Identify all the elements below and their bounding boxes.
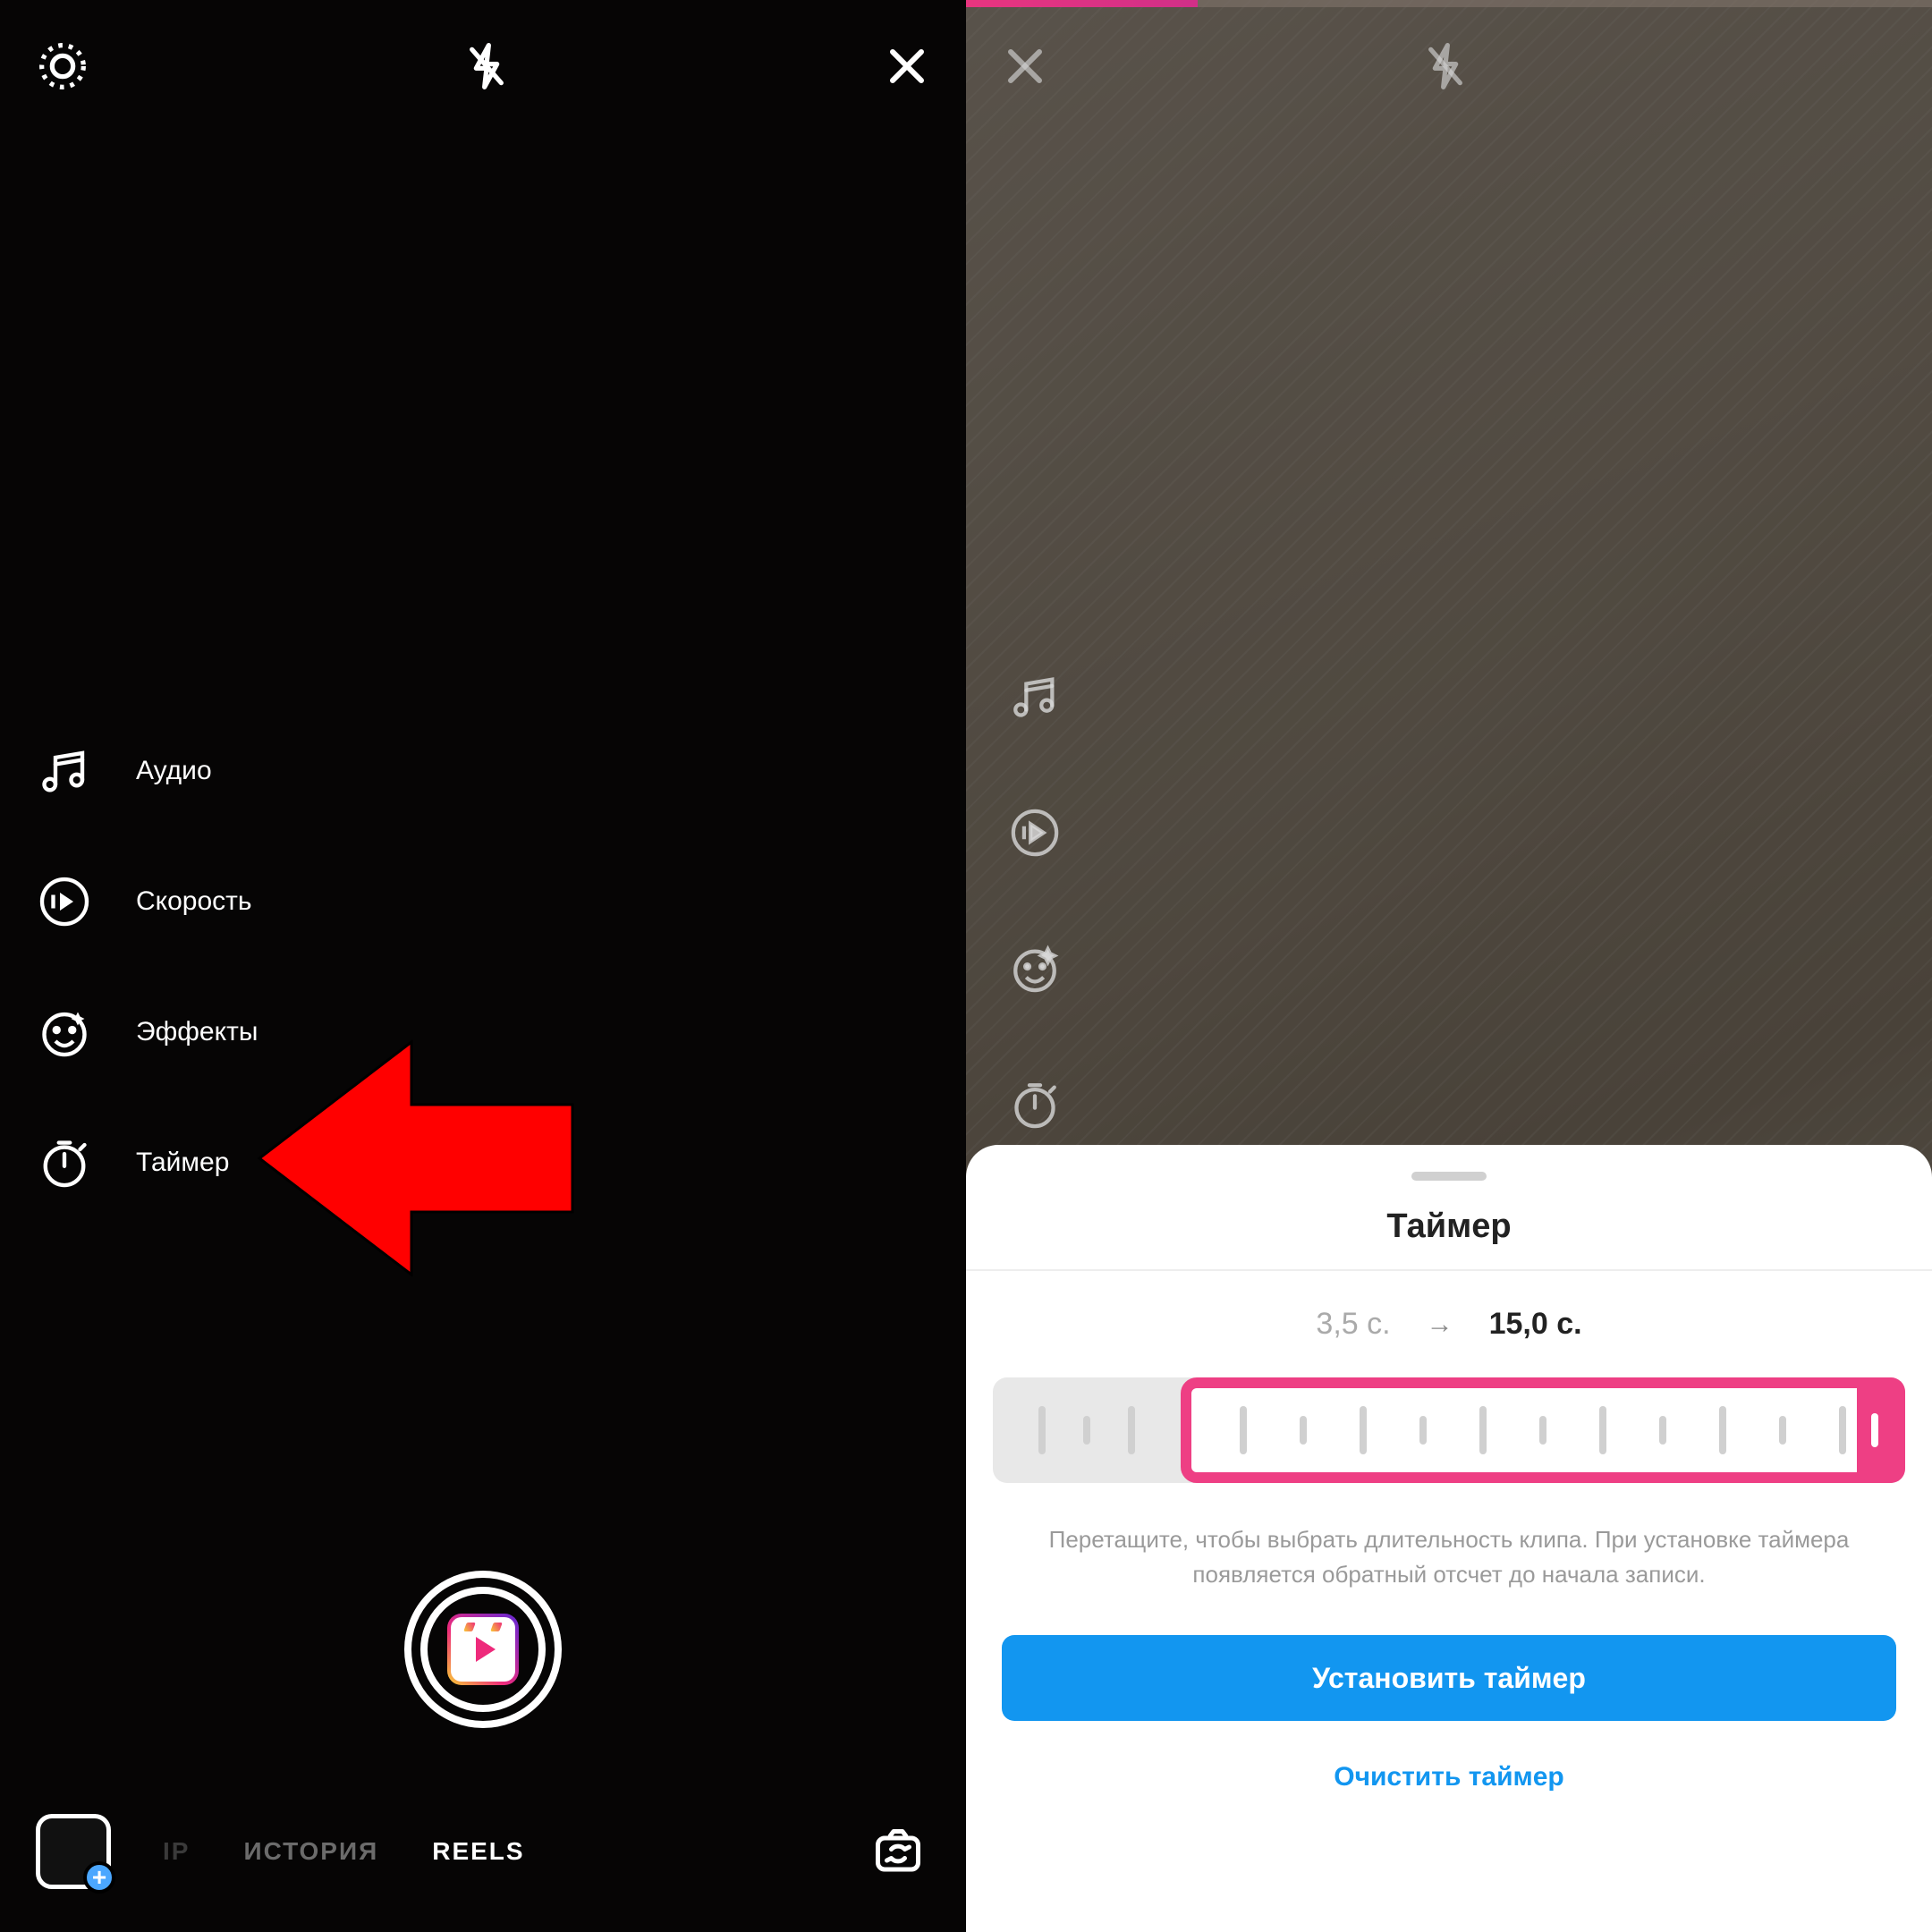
effects-icon[interactable] [1009,943,1064,998]
timer-icon[interactable] [1009,1079,1064,1134]
bottom-bar: + IP ИСТОРИЯ REELS [0,1814,966,1889]
timer-icon [36,1134,93,1191]
camera-modes: IP ИСТОРИЯ REELS [163,1837,866,1866]
sheet-title: Таймер [1386,1208,1511,1246]
timer-hint-text: Перетащите, чтобы выбрать длительность к… [966,1522,1932,1592]
timer-bottom-sheet: Таймер 3,5 с. → 15,0 с. Перетащите, чтоб… [966,1145,1932,1932]
gallery-thumbnail[interactable]: + [36,1814,111,1889]
close-icon[interactable] [886,45,928,88]
speed-label: Скорость [136,886,252,917]
audio-tool[interactable]: Аудио [36,742,258,800]
left-screenshot-pane: Аудио Скорость Эффекты [0,0,966,1932]
reels-side-tools-collapsed [1009,671,1064,1134]
effects-label: Эффекты [136,1017,258,1047]
effects-tool[interactable]: Эффекты [36,1004,258,1061]
reels-logo-icon [447,1614,519,1685]
clear-timer-button[interactable]: Очистить таймер [1334,1762,1564,1792]
shutter-inner [420,1587,546,1712]
flash-off-icon[interactable] [462,41,512,91]
annotation-arrow [250,1015,581,1306]
settings-icon[interactable] [38,41,88,91]
speed-tool[interactable]: Скорость [36,873,258,930]
reels-shutter-button[interactable] [404,1571,562,1728]
mode-clip[interactable]: IP [163,1837,190,1866]
timer-to-value: 15,0 с. [1489,1307,1582,1342]
timer-label: Таймер [136,1148,229,1178]
arrow-right-icon: → [1427,1309,1453,1340]
timer-from-value: 3,5 с. [1316,1307,1390,1342]
right-screenshot-pane: Таймер 3,5 с. → 15,0 с. Перетащите, чтоб… [966,0,1932,1932]
speed-icon [36,873,93,930]
close-icon[interactable] [1004,45,1046,88]
timer-tool[interactable]: Таймер [36,1134,258,1191]
top-bar [0,0,966,91]
timer-range-display: 3,5 с. → 15,0 с. [1316,1307,1581,1342]
timer-duration-slider[interactable] [993,1377,1905,1483]
flash-off-icon[interactable] [1420,41,1470,91]
audio-label: Аудио [136,756,212,786]
mode-reels[interactable]: REELS [432,1837,524,1866]
slider-handle[interactable] [1857,1377,1905,1483]
effects-icon [36,1004,93,1061]
music-icon[interactable] [1009,671,1064,726]
music-icon [36,742,93,800]
sheet-drag-handle[interactable] [1411,1172,1487,1181]
reels-side-tools: Аудио Скорость Эффекты [36,742,258,1191]
top-bar [966,0,1932,91]
mode-story[interactable]: ИСТОРИЯ [243,1837,378,1866]
divider [966,1269,1932,1271]
switch-camera-icon[interactable] [866,1819,930,1884]
plus-icon: + [83,1861,115,1894]
speed-icon[interactable] [1009,807,1064,862]
set-timer-button[interactable]: Установить таймер [1002,1635,1896,1721]
